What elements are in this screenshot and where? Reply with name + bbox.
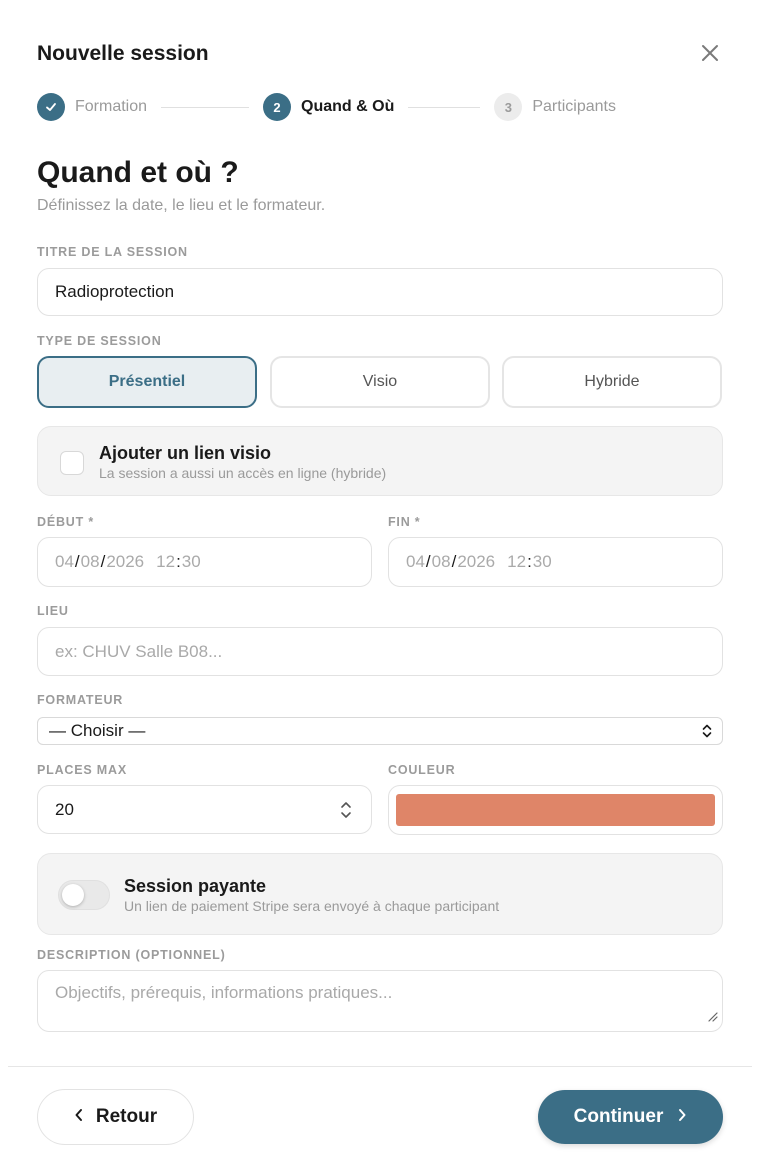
stepper: Formation 2 Quand & Où 3 Participants — [37, 92, 723, 122]
chevron-up-down-icon — [700, 723, 714, 744]
start-year[interactable]: 2026 — [106, 552, 144, 572]
max-places-input[interactable]: 20 — [37, 785, 372, 834]
step-number: 3 — [494, 93, 523, 121]
location-label: LIEU — [37, 604, 69, 618]
step-label: Participants — [532, 98, 616, 115]
visio-link-description: La session a aussi un accès en ligne (hy… — [99, 465, 387, 481]
color-picker[interactable] — [388, 785, 723, 835]
paid-session-toggle[interactable] — [58, 880, 110, 910]
color-swatch — [396, 794, 715, 826]
session-title-label: TITRE DE LA SESSION — [37, 245, 188, 259]
end-year[interactable]: 2026 — [457, 552, 495, 572]
session-title-value: Radioprotection — [55, 282, 175, 301]
description-textarea[interactable]: Objectifs, prérequis, informations prati… — [37, 970, 723, 1032]
chevron-right-icon — [677, 1106, 687, 1128]
trainer-label: FORMATEUR — [37, 693, 124, 707]
step-participants[interactable]: 3 Participants — [494, 93, 616, 121]
location-input[interactable]: ex: CHUV Salle B08... — [37, 627, 723, 676]
end-minute[interactable]: 30 — [533, 552, 552, 572]
max-places-label: PLACES MAX — [37, 763, 127, 777]
end-day[interactable]: 04 — [406, 552, 425, 572]
trainer-select-value: — Choisir — — [49, 721, 146, 740]
back-button-label: Retour — [95, 1106, 158, 1127]
description-label: DESCRIPTION (OPTIONNEL) — [37, 948, 226, 962]
step-connector — [408, 106, 481, 108]
max-places-value: 20 — [55, 799, 74, 819]
step-quand-ou[interactable]: 2 Quand & Où — [263, 93, 394, 121]
start-hour[interactable]: 12 — [156, 552, 175, 572]
visio-link-title: Ajouter un lien visio — [99, 443, 272, 463]
toggle-knob — [62, 884, 84, 906]
modal-header: Nouvelle session — [37, 40, 723, 70]
start-day[interactable]: 04 — [55, 552, 74, 572]
session-type-hybride-button[interactable]: Hybride — [502, 356, 722, 408]
session-type-visio-button[interactable]: Visio — [270, 356, 490, 408]
page-subtitle: Définissez la date, le lieu et le format… — [37, 197, 326, 214]
end-label: FIN * — [388, 515, 421, 529]
step-formation[interactable]: Formation — [37, 93, 147, 121]
start-month[interactable]: 08 — [81, 552, 100, 572]
visio-link-checkbox[interactable] — [60, 451, 84, 475]
step-label: Quand & Où — [301, 98, 395, 115]
paid-session-description: Un lien de paiement Stripe sera envoyé à… — [124, 898, 500, 914]
end-datetime-input[interactable]: 04/08/2026 12:30 — [388, 537, 723, 587]
back-button[interactable]: Retour — [37, 1089, 194, 1145]
end-month[interactable]: 08 — [432, 552, 451, 572]
close-icon[interactable] — [697, 40, 723, 66]
continue-button-label: Continuer — [573, 1106, 664, 1127]
color-label: COULEUR — [388, 763, 456, 777]
session-type-presentiel-button[interactable]: Présentiel — [37, 356, 257, 408]
end-hour[interactable]: 12 — [507, 552, 526, 572]
paid-session-title: Session payante — [124, 876, 267, 896]
visio-link-option[interactable]: Ajouter un lien visio La session a aussi… — [37, 426, 723, 496]
start-datetime-input[interactable]: 04/08/2026 12:30 — [37, 537, 372, 587]
continue-button[interactable]: Continuer — [538, 1090, 723, 1144]
session-type-label: TYPE DE SESSION — [37, 334, 162, 348]
step-number: 2 — [263, 93, 292, 121]
location-placeholder: ex: CHUV Salle B08... — [55, 641, 223, 661]
chevron-left-icon — [74, 1106, 84, 1128]
modal-title: Nouvelle session — [37, 42, 209, 65]
start-label: DÉBUT * — [37, 515, 94, 529]
session-title-input[interactable]: Radioprotection — [37, 268, 723, 316]
start-minute[interactable]: 30 — [182, 552, 201, 572]
description-placeholder: Objectifs, prérequis, informations prati… — [55, 983, 393, 1002]
page-title: Quand et où ? — [37, 156, 239, 189]
footer-divider — [8, 1066, 752, 1067]
number-stepper-icon[interactable] — [339, 799, 353, 826]
step-connector — [161, 106, 250, 108]
paid-session-option: Session payante Un lien de paiement Stri… — [37, 853, 723, 935]
check-icon — [37, 93, 65, 121]
trainer-select[interactable]: — Choisir — — [37, 717, 723, 745]
resize-handle-icon[interactable] — [706, 1007, 718, 1027]
step-label: Formation — [75, 98, 148, 115]
